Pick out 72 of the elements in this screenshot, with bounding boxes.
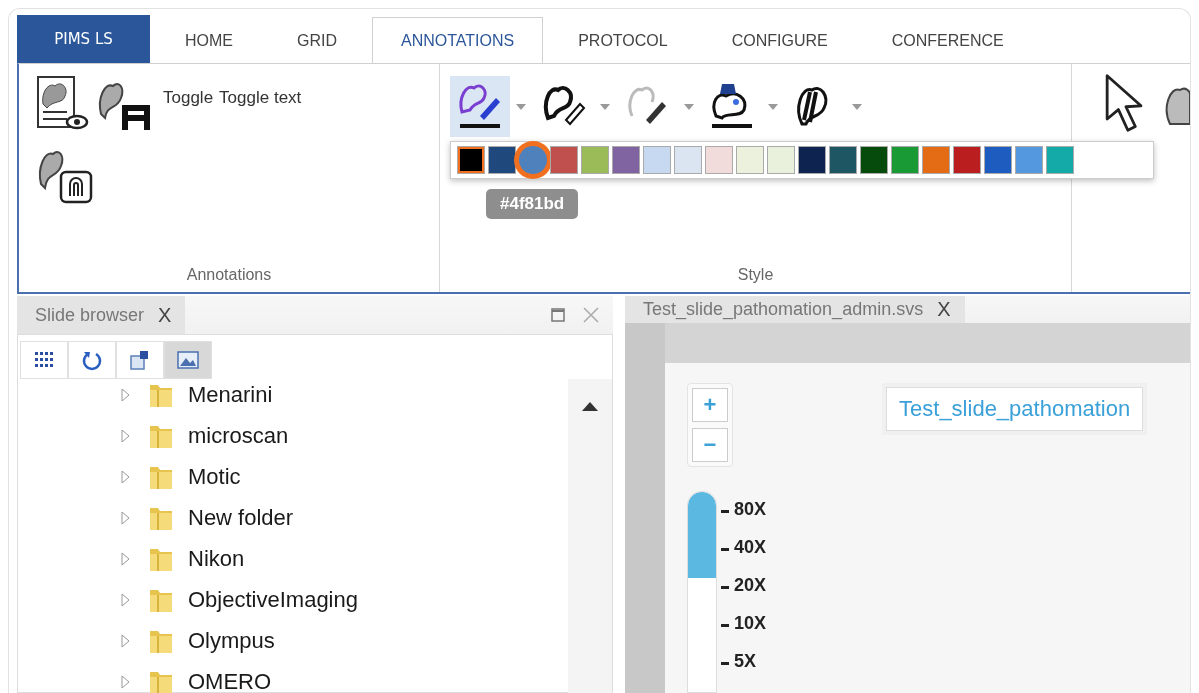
image-icon — [176, 349, 200, 371]
panel-tab[interactable]: Slide browser X — [17, 296, 186, 334]
toggle-text-button[interactable]: Toggle text — [219, 88, 302, 108]
folder-name[interactable]: Olympus — [188, 627, 275, 654]
style-tool-button[interactable] — [450, 76, 510, 137]
folder-name[interactable]: ObjectiveImaging — [188, 586, 358, 613]
color-swatch[interactable] — [612, 146, 640, 174]
toggle-button[interactable]: Toggle — [95, 74, 214, 134]
zoom-slider-track[interactable] — [687, 491, 717, 693]
expand-arrow-icon[interactable] — [120, 674, 130, 689]
expand-arrow-icon[interactable] — [120, 510, 130, 525]
color-swatch[interactable] — [829, 146, 857, 174]
color-swatch[interactable] — [643, 146, 671, 174]
color-swatch[interactable] — [1046, 146, 1074, 174]
export-icon — [129, 349, 151, 371]
close-icon[interactable] — [583, 307, 599, 323]
document-tab-title: Test_slide_pathomation_admin.svs — [643, 299, 924, 320]
color-swatch[interactable] — [767, 146, 795, 174]
scroll-up-icon[interactable] — [582, 401, 598, 411]
scroll-bar[interactable] — [568, 379, 612, 693]
grid-view-button[interactable] — [20, 341, 68, 379]
zoom-mark-label: 40X — [734, 537, 767, 559]
group-label: Annotations — [185, 266, 273, 284]
zoom-mark-label: 20X — [734, 575, 767, 597]
image-view-button[interactable] — [164, 341, 212, 379]
color-swatch[interactable] — [860, 146, 888, 174]
zoom-mark-label: 10X — [734, 613, 767, 635]
color-swatch[interactable] — [891, 146, 919, 174]
ribbon-tab[interactable]: ANNOTATIONS — [372, 17, 544, 63]
expand-arrow-icon[interactable] — [120, 387, 130, 402]
expand-arrow-icon[interactable] — [120, 592, 130, 607]
zoom-mark-label: 5X — [734, 651, 757, 673]
expand-arrow-icon[interactable] — [120, 551, 130, 566]
color-swatch[interactable] — [984, 146, 1012, 174]
folder-name[interactable]: Nikon — [188, 545, 245, 572]
color-swatch[interactable] — [953, 146, 981, 174]
color-tooltip: #4f81bd — [486, 189, 579, 219]
panel-tab-title: Slide browser — [35, 304, 145, 326]
folder-name[interactable]: New folder — [188, 504, 294, 531]
color-swatch[interactable] — [581, 146, 609, 174]
expand-arrow-icon[interactable] — [120, 428, 130, 443]
folder-name[interactable]: Motic — [188, 463, 241, 490]
color-swatch[interactable] — [550, 146, 578, 174]
caret-icon[interactable] — [768, 103, 778, 110]
zoom-mark-label: 80X — [734, 499, 767, 521]
color-swatch[interactable] — [674, 146, 702, 174]
folder-name[interactable]: microscan — [188, 422, 289, 449]
caret-icon[interactable] — [684, 103, 694, 110]
close-icon[interactable]: X — [937, 298, 951, 321]
caret-icon[interactable] — [516, 103, 526, 110]
color-swatch[interactable] — [922, 146, 950, 174]
close-icon[interactable]: X — [158, 303, 172, 327]
expand-arrow-icon[interactable] — [120, 633, 130, 648]
caret-icon[interactable] — [852, 103, 862, 110]
caret-icon[interactable] — [600, 103, 610, 110]
app-menu-button[interactable]: PIMS LS — [17, 15, 150, 63]
document-tab[interactable]: Test_slide_pathomation_admin.svs X — [625, 296, 965, 323]
maximize-icon[interactable] — [551, 308, 565, 322]
refresh-icon — [81, 349, 103, 371]
color-swatch[interactable] — [736, 146, 764, 174]
color-swatch[interactable] — [798, 146, 826, 174]
expand-arrow-icon[interactable] — [120, 469, 130, 484]
refresh-button[interactable] — [68, 341, 116, 379]
group-label: Style — [736, 266, 775, 284]
color-swatch[interactable] — [1015, 146, 1043, 174]
export-button[interactable] — [116, 341, 164, 379]
color-swatch[interactable] — [705, 146, 733, 174]
folder-name[interactable]: Menarini — [188, 381, 273, 408]
color-swatch[interactable] — [488, 146, 516, 174]
folder-name[interactable]: OMERO — [188, 668, 272, 693]
color-swatch[interactable] — [457, 146, 485, 174]
zoom-slider-fill[interactable] — [688, 492, 716, 578]
